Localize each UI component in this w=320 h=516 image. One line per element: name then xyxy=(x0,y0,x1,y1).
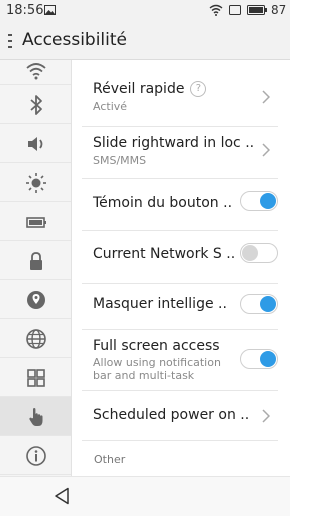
chevron-right-icon xyxy=(262,143,270,157)
wifi-icon xyxy=(26,63,46,80)
sidebar-item-language[interactable] xyxy=(0,319,71,358)
sidebar-item-sound[interactable] xyxy=(0,124,71,163)
sidebar xyxy=(0,60,72,476)
setting-scheduled-power[interactable]: Scheduled power on .. xyxy=(82,391,278,441)
bluetooth-icon xyxy=(30,95,42,115)
sidebar-item-about[interactable] xyxy=(0,436,71,475)
setting-slide-rightward[interactable]: Slide rightward in loc .. SMS/MMS xyxy=(82,127,278,179)
battery-icon xyxy=(26,217,46,228)
chevron-right-icon xyxy=(262,90,270,104)
screen-icon xyxy=(229,5,241,15)
battery-level: 87 xyxy=(271,3,287,17)
back-icon[interactable] xyxy=(54,487,70,505)
brightness-icon xyxy=(26,173,46,193)
sidebar-item-wifi[interactable] xyxy=(0,60,71,85)
full-screen-sub: Allow using notification bar and multi-t… xyxy=(93,356,221,382)
location-icon xyxy=(27,291,45,309)
gallery-icon xyxy=(44,5,56,15)
smart-hide-label: Masquer intellige .. xyxy=(93,296,227,312)
setting-current-network[interactable]: Current Network S .. xyxy=(82,231,278,284)
globe-icon xyxy=(26,329,46,349)
sidebar-item-apps[interactable] xyxy=(0,358,71,397)
quick-wake-label: Réveil rapide? xyxy=(93,81,207,97)
navigation-bar xyxy=(0,476,290,516)
wifi-status-icon xyxy=(209,4,223,16)
slide-rightward-label: Slide rightward in loc .. xyxy=(93,135,255,151)
setting-quick-wake[interactable]: Réveil rapide? Activé xyxy=(82,69,278,127)
setting-smart-hide[interactable]: Masquer intellige .. xyxy=(82,284,278,330)
chevron-right-icon xyxy=(262,409,270,423)
section-header-other: Other xyxy=(94,453,126,466)
scheduled-power-label: Scheduled power on .. xyxy=(93,407,250,423)
help-icon[interactable]: ? xyxy=(190,81,207,97)
button-indicator-toggle[interactable] xyxy=(240,191,278,211)
toggle-knob xyxy=(260,351,276,367)
full-screen-toggle[interactable] xyxy=(240,349,278,369)
full-screen-label: Full screen access xyxy=(93,338,220,354)
page-title: Accessibilité xyxy=(22,30,128,50)
status-bar: 18:56 87 xyxy=(0,0,290,22)
sidebar-item-display[interactable] xyxy=(0,163,71,202)
apps-grid-icon xyxy=(27,369,45,387)
battery-status-icon xyxy=(247,5,267,15)
menu-icon[interactable] xyxy=(7,33,13,49)
settings-content: Réveil rapide? Activé Slide rightward in… xyxy=(72,60,290,476)
hand-icon xyxy=(29,408,43,426)
sidebar-item-bluetooth[interactable] xyxy=(0,85,71,124)
smart-hide-toggle[interactable] xyxy=(240,294,278,314)
status-time: 18:56 xyxy=(6,3,44,18)
setting-full-screen[interactable]: Full screen access Allow using notificat… xyxy=(82,330,278,391)
lock-icon xyxy=(30,252,42,270)
info-icon xyxy=(26,446,46,466)
toggle-knob xyxy=(260,193,276,209)
sidebar-item-location[interactable] xyxy=(0,280,71,319)
toggle-knob xyxy=(260,296,276,312)
button-indicator-label: Témoin du bouton .. xyxy=(93,195,233,211)
sidebar-item-security[interactable] xyxy=(0,241,71,280)
slide-rightward-sub: SMS/MMS xyxy=(93,154,147,167)
quick-wake-text: Réveil rapide xyxy=(93,81,185,97)
quick-wake-status: Activé xyxy=(93,100,128,113)
toggle-knob xyxy=(242,245,258,261)
sidebar-item-accessibility[interactable] xyxy=(0,397,71,436)
current-network-toggle[interactable] xyxy=(240,243,278,263)
current-network-label: Current Network S .. xyxy=(93,246,236,262)
setting-button-indicator[interactable]: Témoin du bouton .. xyxy=(82,179,278,231)
app-bar: Accessibilité xyxy=(0,22,290,60)
sound-icon xyxy=(28,137,43,151)
sidebar-item-battery[interactable] xyxy=(0,202,71,241)
